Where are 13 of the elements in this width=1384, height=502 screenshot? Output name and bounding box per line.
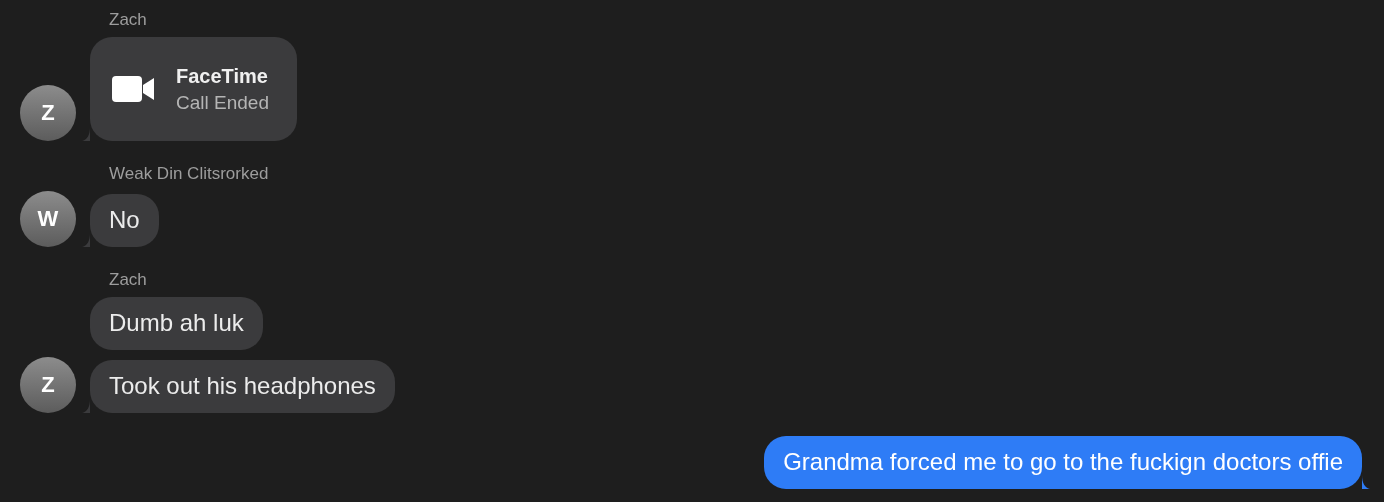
message-bubble: Dumb ah luk (90, 297, 263, 350)
avatar[interactable]: Z (20, 85, 76, 141)
sender-name: Zach (109, 270, 148, 290)
video-camera-icon (112, 75, 154, 103)
avatar[interactable]: W (20, 191, 76, 247)
sender-name: Weak Din Clitsrorked (109, 164, 270, 184)
call-status: Call Ended (176, 91, 269, 114)
message-bubble: Grandma forced me to go to the fuckign doctors offie (764, 436, 1362, 489)
sender-name: Zach (109, 10, 148, 30)
message-bubble: Took out his headphones (90, 360, 395, 413)
call-title: FaceTime (176, 64, 269, 88)
avatar[interactable]: Z (20, 357, 76, 413)
message-bubble: No (90, 194, 159, 247)
